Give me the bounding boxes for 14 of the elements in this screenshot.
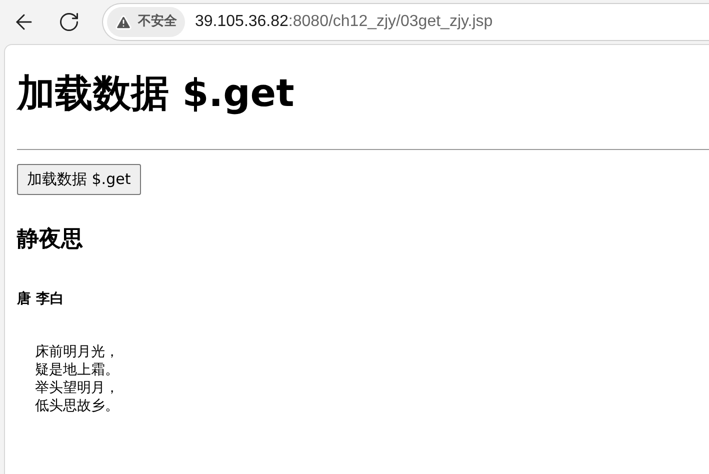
poem-title: 静夜思 — [17, 226, 84, 254]
warning-icon — [115, 14, 132, 30]
poem-line: 低头思故乡。 — [35, 397, 120, 415]
page-heading: 加载数据 $.get — [17, 70, 296, 117]
load-data-button[interactable]: 加载数据 $.get — [17, 164, 141, 195]
reload-button[interactable] — [58, 11, 80, 33]
poem-line: 床前明月光， — [35, 343, 120, 361]
poem-line: 疑是地上霜。 — [35, 361, 120, 379]
url-text: 39.105.36.82:8080/ch12_zjy/03get_zjy.jsp — [195, 12, 493, 32]
security-badge[interactable]: 不安全 — [107, 7, 185, 37]
address-bar[interactable]: 不安全 39.105.36.82:8080/ch12_zjy/03get_zjy.jsp — [102, 3, 709, 41]
poem-line: 举头望明月， — [35, 379, 120, 397]
reload-icon — [58, 11, 80, 33]
poem-author: 唐 李白 — [17, 290, 65, 309]
